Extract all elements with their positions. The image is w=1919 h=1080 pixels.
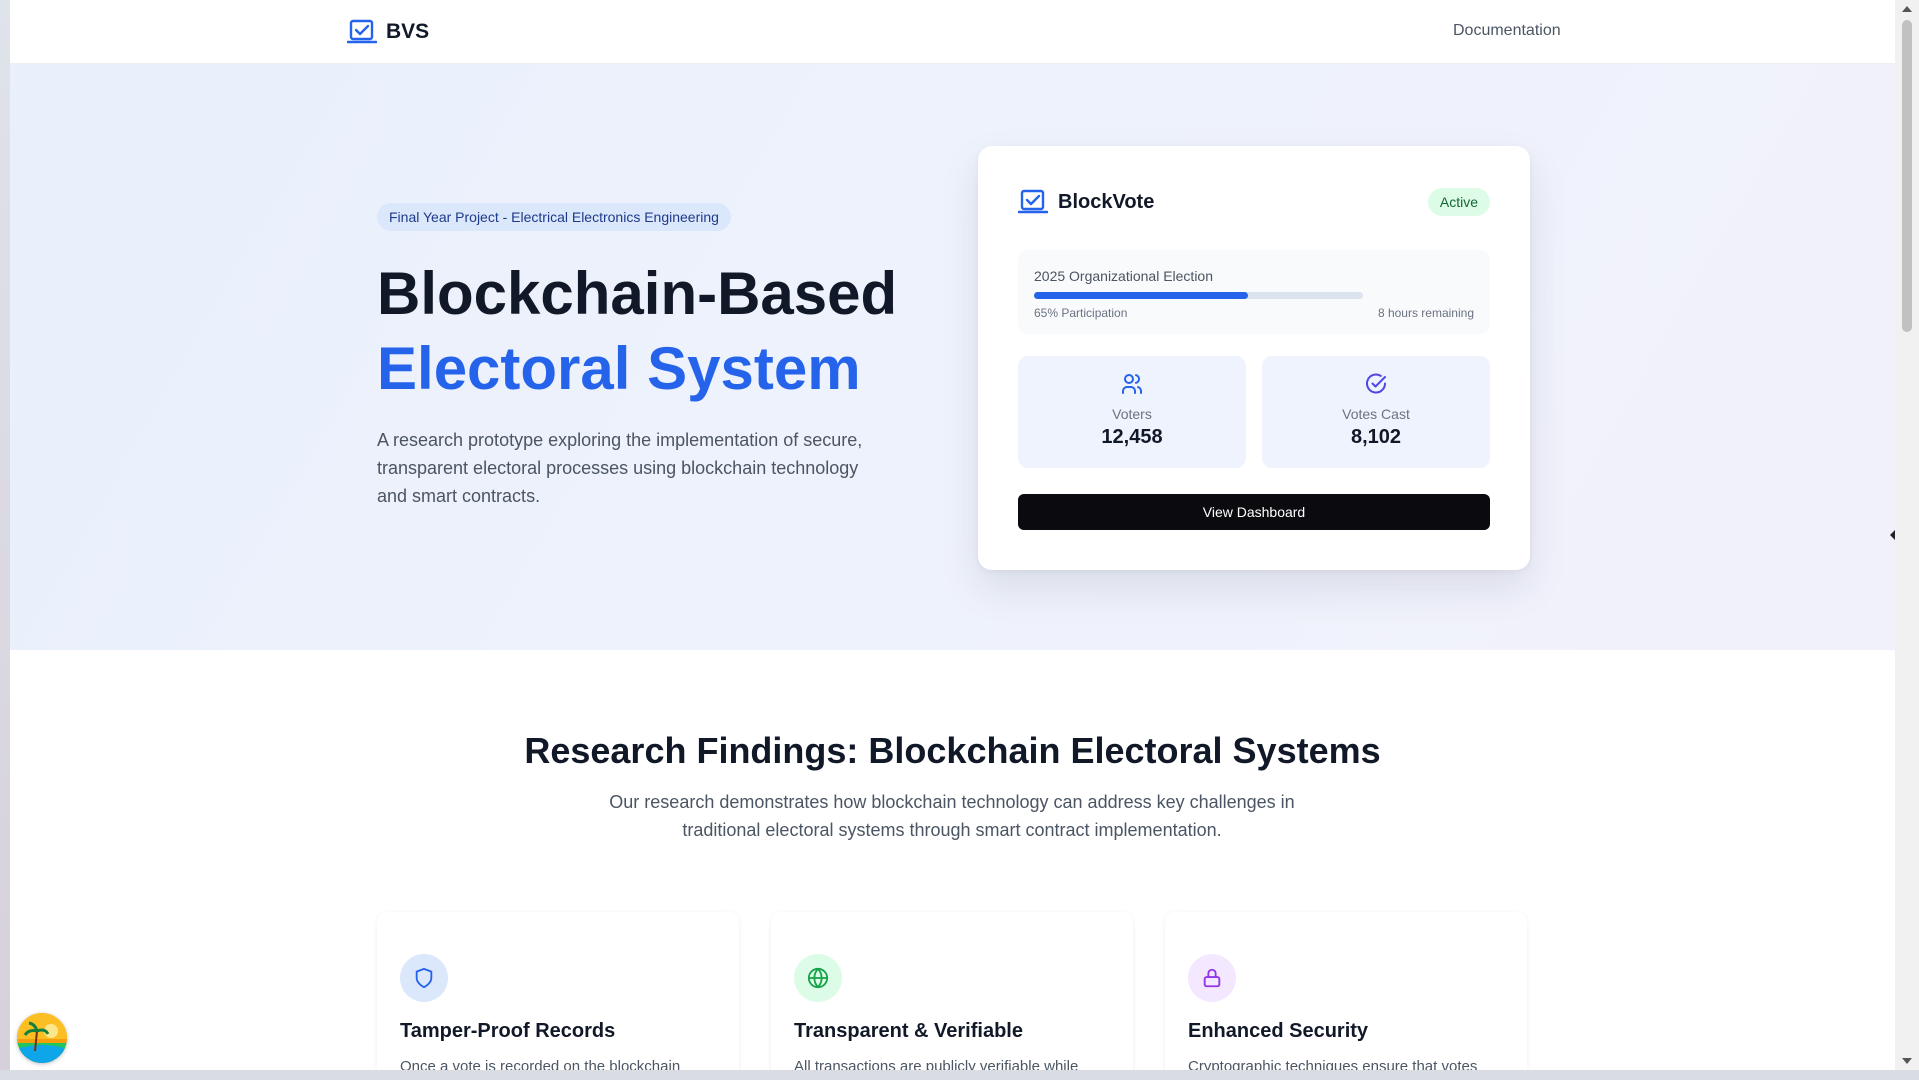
hero-title-line2: Electoral System — [377, 335, 861, 402]
avatar[interactable] — [17, 1013, 67, 1063]
votes-cast-value: 8,102 — [1350, 426, 1402, 448]
shield-icon — [400, 954, 448, 1002]
feature-description: Cryptographic techniques ensure that vot… — [1188, 1058, 1478, 1070]
feature-title: Transparent & Verifiable — [794, 1020, 1023, 1042]
voters-value: 12,458 — [1101, 426, 1163, 448]
votes-cast-label: Votes Cast — [1342, 406, 1410, 422]
ballot-check-icon — [1018, 189, 1048, 214]
documentation-link[interactable]: Documentation — [1453, 22, 1561, 40]
scrollbar-thumb[interactable] — [1902, 20, 1912, 332]
research-title: Research Findings: Blockchain Electoral … — [524, 730, 1381, 771]
island-avatar-icon — [17, 1013, 67, 1063]
feature-card-transparent: Transparent & Verifiable All transaction… — [771, 912, 1133, 1070]
feature-title: Enhanced Security — [1188, 1020, 1369, 1042]
lock-icon — [1188, 954, 1236, 1002]
scroll-up-icon[interactable] — [1902, 6, 1912, 12]
hero-title: Blockchain-Based Electoral System — [377, 256, 897, 406]
scroll-down-icon[interactable] — [1902, 1058, 1912, 1064]
time-remaining: 8 hours remaining — [1377, 306, 1474, 320]
election-progress-box: 2025 Organizational Election 65% Partici… — [1018, 250, 1490, 334]
globe-icon — [794, 954, 842, 1002]
research-description: Our research demonstrates how blockchain… — [609, 792, 1295, 840]
feature-card-security: Enhanced Security Cryptographic techniqu… — [1165, 912, 1527, 1070]
hero-title-line1: Blockchain-Based — [377, 260, 898, 327]
brand-logo[interactable]: BVS — [347, 18, 429, 46]
votes-cast-stat: Votes Cast 8,102 — [1262, 356, 1490, 468]
vertical-scrollbar[interactable] — [1895, 0, 1919, 1080]
check-circle-icon — [1366, 373, 1386, 394]
window-left-edge — [0, 0, 10, 1080]
navbar: BVS Documentation — [10, 0, 1895, 64]
project-badge: Final Year Project - Electrical Electron… — [377, 203, 731, 231]
brand-name: BVS — [386, 20, 430, 43]
voters-label: Voters — [1112, 406, 1152, 422]
feature-card-tamper-proof: Tamper-Proof Records Once a vote is reco… — [377, 912, 739, 1070]
voters-stat: Voters 12,458 — [1018, 356, 1246, 468]
hero-description: A research prototype exploring the imple… — [377, 430, 863, 506]
feature-description: All transactions are publicly verifiable… — [794, 1058, 1079, 1070]
view-dashboard-button[interactable]: View Dashboard — [1018, 494, 1490, 530]
ballot-check-icon — [347, 19, 377, 44]
hero-section: Final Year Project - Electrical Electron… — [10, 64, 1895, 650]
window-bottom-edge — [0, 1070, 1919, 1080]
feature-description: Once a vote is recorded on the blockchai… — [400, 1058, 681, 1070]
status-badge: Active — [1427, 188, 1490, 216]
card-title: BlockVote — [1058, 190, 1155, 213]
participation-progress-bar — [1034, 292, 1363, 299]
election-card: BlockVote Active 2025 Organizational Ele… — [978, 146, 1530, 570]
participation-progress-fill — [1034, 292, 1248, 299]
card-header: BlockVote — [1018, 188, 1154, 216]
election-name: 2025 Organizational Election — [1034, 268, 1214, 284]
users-icon — [1122, 374, 1142, 394]
feature-title: Tamper-Proof Records — [400, 1020, 616, 1042]
page: BVS Documentation Final Year Project - E… — [10, 0, 1895, 1070]
participation-label: 65% Participation — [1034, 306, 1128, 320]
